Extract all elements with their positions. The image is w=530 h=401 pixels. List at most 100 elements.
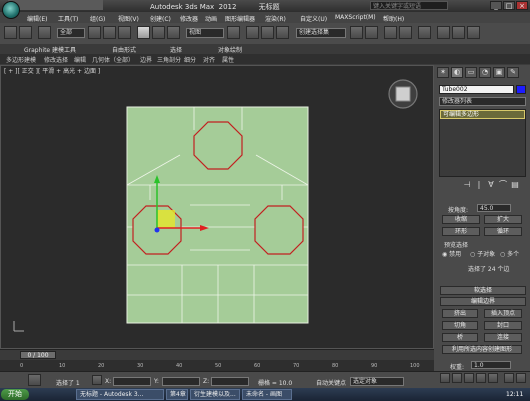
menu-maxscript[interactable]: MAXScript(M) xyxy=(335,14,376,21)
select-object-icon[interactable] xyxy=(88,26,101,39)
object-color-swatch[interactable] xyxy=(516,85,526,94)
connect-button[interactable]: 连接 xyxy=(484,333,522,342)
remove-modifier-icon[interactable]: ⌒ xyxy=(498,180,508,190)
ring-button[interactable]: 环形 xyxy=(442,227,480,236)
ribbon-poly-modeling[interactable]: 多边形建模 xyxy=(6,55,36,64)
snap-icon[interactable] xyxy=(246,26,259,39)
ribbon-edit[interactable]: 编辑 xyxy=(74,55,86,64)
material-editor-icon[interactable] xyxy=(418,26,431,39)
layer-manager-icon[interactable] xyxy=(384,26,397,39)
pan-icon[interactable] xyxy=(516,373,526,383)
ribbon-align[interactable]: 对齐 xyxy=(203,55,215,64)
menu-rendering[interactable]: 渲染(R) xyxy=(265,14,286,23)
edit-borders-rollout[interactable]: 编辑边界 xyxy=(440,297,526,306)
y-coord-field[interactable] xyxy=(162,377,200,386)
weight-spinner[interactable]: 1.0 xyxy=(471,361,511,369)
lock-selection-icon[interactable] xyxy=(92,375,102,385)
menu-edit[interactable]: 编辑(E) xyxy=(27,14,47,23)
ribbon-modify-selection[interactable]: 修改选择 xyxy=(44,55,68,64)
stack-item-editable-poly[interactable]: 可编辑多边形 xyxy=(440,110,525,119)
menu-animation[interactable]: 动画 xyxy=(205,14,217,23)
pin-stack-icon[interactable]: ⊣ xyxy=(462,180,472,190)
ribbon-triangulation[interactable]: 三角剖分 xyxy=(157,55,181,64)
create-tab-icon[interactable]: ✶ xyxy=(437,67,449,78)
task-chapter4[interactable]: 第4章 xyxy=(166,389,188,400)
configure-sets-icon[interactable]: ▤ xyxy=(510,180,520,190)
select-move-icon[interactable] xyxy=(137,26,150,39)
menu-tools[interactable]: 工具(T) xyxy=(58,14,78,23)
named-selection-dropdown[interactable]: 创建选择集 xyxy=(296,28,346,38)
create-shape-button[interactable]: 利用所选内容创建图形 xyxy=(442,345,522,354)
preview-multi-radio[interactable]: ○ 多个 xyxy=(500,249,519,258)
minimize-button[interactable]: _ xyxy=(490,1,502,10)
tab-graphite[interactable]: Graphite 建模工具 xyxy=(24,45,76,54)
menu-views[interactable]: 视图(V) xyxy=(118,14,139,23)
render-frame-icon[interactable] xyxy=(452,26,465,39)
render-teapot-icon[interactable] xyxy=(467,26,480,39)
grow-button[interactable]: 扩大 xyxy=(484,215,522,224)
set-key-filter-dropdown[interactable]: 选定对象 xyxy=(350,377,404,386)
make-unique-icon[interactable]: ∀ xyxy=(486,180,496,190)
tab-selection[interactable]: 选择 xyxy=(170,45,182,54)
time-slider-thumb[interactable]: 0 / 100 xyxy=(20,351,56,359)
maxscript-listener-icon[interactable] xyxy=(28,374,41,386)
prev-frame-icon[interactable] xyxy=(452,373,462,383)
redo-icon[interactable] xyxy=(19,26,32,39)
bridge-button[interactable]: 桥 xyxy=(442,333,478,342)
goto-end-icon[interactable] xyxy=(488,373,498,383)
select-scale-icon[interactable] xyxy=(167,26,180,39)
hierarchy-tab-icon[interactable]: ▭ xyxy=(465,67,477,78)
show-end-result-icon[interactable]: | xyxy=(474,180,484,190)
play-icon[interactable] xyxy=(464,373,474,383)
undo-icon[interactable] xyxy=(4,26,17,39)
tab-freeform[interactable]: 自由形式 xyxy=(112,45,136,54)
ribbon-borders[interactable]: 边界 xyxy=(140,55,152,64)
shrink-button[interactable]: 收缩 xyxy=(442,215,480,224)
cap-button[interactable]: 封口 xyxy=(484,321,522,330)
select-region-icon[interactable] xyxy=(118,26,131,39)
menu-graph-editors[interactable]: 图形编辑器 xyxy=(225,14,255,23)
maximize-button[interactable]: □ xyxy=(503,1,515,10)
menu-create[interactable]: 创建(C) xyxy=(150,14,171,23)
menu-group[interactable]: 组(G) xyxy=(90,14,105,23)
goto-start-icon[interactable] xyxy=(440,373,450,383)
task-3dsmax[interactable]: 无标题 - Autodesk 3... xyxy=(76,389,164,400)
ribbon-subdivision[interactable]: 细分 xyxy=(184,55,196,64)
extrude-button[interactable]: 挤出 xyxy=(442,309,478,318)
next-frame-icon[interactable] xyxy=(476,373,486,383)
mirror-icon[interactable] xyxy=(350,26,363,39)
angle-spinner[interactable]: 45.0 xyxy=(477,204,511,212)
display-tab-icon[interactable]: ▣ xyxy=(493,67,505,78)
select-by-name-icon[interactable] xyxy=(103,26,116,39)
render-setup-icon[interactable] xyxy=(437,26,450,39)
motion-tab-icon[interactable]: ◔ xyxy=(479,67,491,78)
ribbon-geometry-all[interactable]: 几何体（全部） xyxy=(92,55,134,64)
menu-customize[interactable]: 自定义(U) xyxy=(300,14,327,23)
x-coord-field[interactable] xyxy=(113,377,151,386)
insert-vertex-button[interactable]: 插入顶点 xyxy=(484,309,522,318)
zoom-icon[interactable] xyxy=(504,373,514,383)
select-rotate-icon[interactable] xyxy=(152,26,165,39)
tab-object-paint[interactable]: 对象绘制 xyxy=(218,45,242,54)
preview-off-radio[interactable]: ◉ 禁用 xyxy=(442,249,461,258)
menu-modifiers[interactable]: 修改器 xyxy=(180,14,198,23)
utilities-tab-icon[interactable]: ✎ xyxy=(507,67,519,78)
start-button[interactable]: 开始 xyxy=(1,389,29,400)
soft-selection-rollout[interactable]: 软选择 xyxy=(440,286,526,295)
auto-key-button[interactable]: 自动关键点 xyxy=(316,378,346,387)
close-button[interactable]: × xyxy=(516,1,528,10)
z-coord-field[interactable] xyxy=(211,377,249,386)
percent-snap-icon[interactable] xyxy=(276,26,289,39)
task-paint[interactable]: 未命名 - 画图 xyxy=(242,389,292,400)
chamfer-button[interactable]: 切角 xyxy=(442,321,478,330)
reference-coord-dropdown[interactable]: 视图 xyxy=(186,28,224,38)
modifier-list-dropdown[interactable]: 修改器列表 xyxy=(439,97,526,106)
preview-subobject-radio[interactable]: ○ 子对象 xyxy=(470,249,495,258)
task-derived-modeling[interactable]: 衍生建模以及... xyxy=(190,389,240,400)
modify-tab-icon[interactable]: ◐ xyxy=(451,67,463,78)
pivot-center-icon[interactable] xyxy=(227,26,240,39)
selection-filter-dropdown[interactable]: 全部 xyxy=(57,28,85,38)
search-input[interactable]: 键入关键字或短语 xyxy=(370,1,448,10)
menu-help[interactable]: 帮助(H) xyxy=(383,14,404,23)
ribbon-properties[interactable]: 属性 xyxy=(222,55,234,64)
